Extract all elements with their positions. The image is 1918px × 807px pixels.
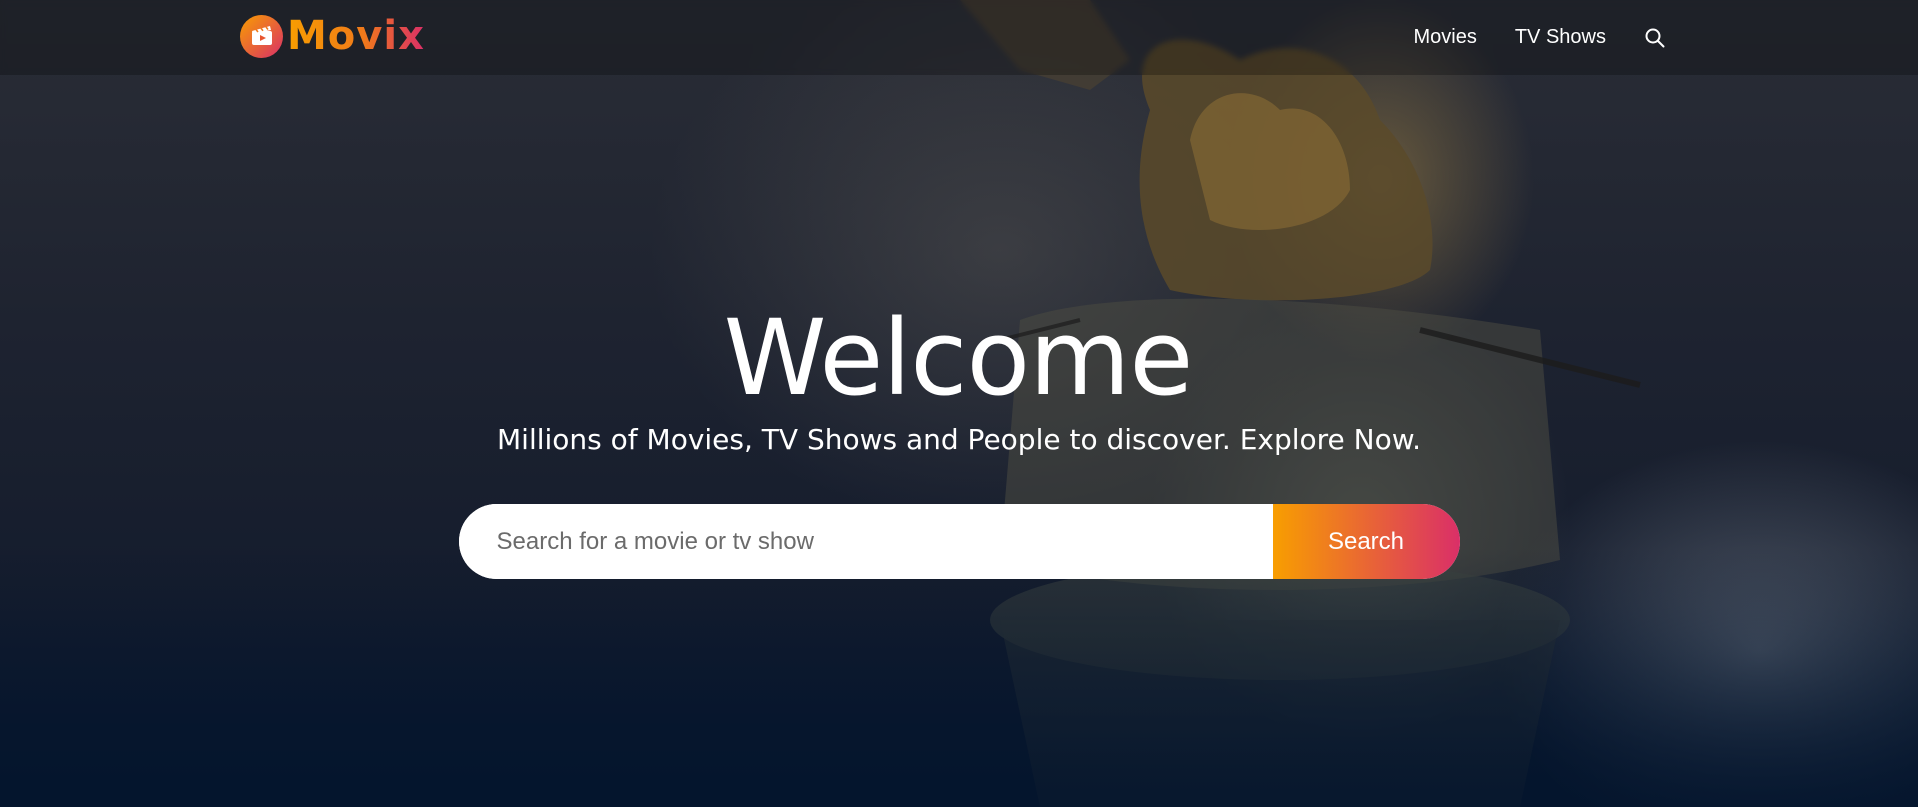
- film-icon: [240, 14, 283, 58]
- logo[interactable]: Movix: [240, 14, 425, 58]
- hero-title: Welcome: [723, 297, 1194, 419]
- search-button[interactable]: Search: [1272, 504, 1460, 579]
- hero-subtitle: Millions of Movies, TV Shows and People …: [497, 423, 1421, 456]
- brand-name: Movix: [287, 13, 425, 59]
- nav-item-tv-shows[interactable]: TV Shows: [1515, 26, 1606, 49]
- search-input[interactable]: [458, 504, 1273, 579]
- hero-content: Welcome Millions of Movies, TV Shows and…: [0, 296, 1918, 579]
- search-icon[interactable]: [1644, 27, 1666, 49]
- top-header: Movix Movies TV Shows: [0, 0, 1918, 75]
- nav-item-movies[interactable]: Movies: [1413, 26, 1476, 49]
- search-bar: Search: [458, 504, 1460, 579]
- bottom-fade: [0, 547, 1918, 807]
- main-nav: Movies TV Shows: [1413, 0, 1666, 75]
